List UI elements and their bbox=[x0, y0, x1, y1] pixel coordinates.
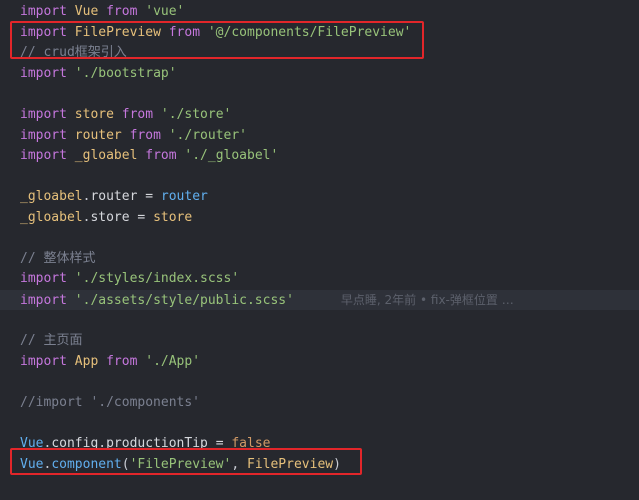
string-literal: './bootstrap' bbox=[74, 66, 177, 81]
keyword: import bbox=[20, 148, 67, 163]
identifier: _gloabel bbox=[20, 210, 83, 225]
code-editor[interactable]: import Vue from 'vue' import FilePreview… bbox=[0, 0, 639, 500]
keyword: from bbox=[106, 354, 138, 369]
code-line[interactable]: import router from './router' bbox=[0, 126, 639, 146]
string-literal: './store' bbox=[160, 107, 232, 122]
string-literal: './_gloabel' bbox=[184, 148, 279, 163]
identifier: router bbox=[74, 128, 122, 143]
code-line[interactable]: import store from './store' bbox=[0, 105, 639, 125]
keyword: import bbox=[20, 4, 67, 19]
keyword: import bbox=[20, 354, 67, 369]
keyword: import bbox=[20, 271, 67, 286]
code-line[interactable]: import './styles/index.scss' bbox=[0, 269, 639, 289]
keyword: from bbox=[129, 128, 161, 143]
identifier: Vue bbox=[74, 4, 99, 19]
comment: //import './components' bbox=[20, 395, 201, 410]
property: store bbox=[90, 210, 130, 225]
code-line[interactable]: import _gloabel from './_gloabel' bbox=[0, 146, 639, 166]
keyword: from bbox=[106, 4, 138, 19]
current-code-line[interactable]: import './assets/style/public.scss' 早点睡,… bbox=[0, 290, 639, 310]
string-literal: './styles/index.scss' bbox=[74, 271, 240, 286]
identifier: _gloabel bbox=[20, 189, 83, 204]
highlight-box-import bbox=[10, 21, 424, 59]
identifier: _gloabel bbox=[74, 148, 138, 163]
keyword: import bbox=[20, 128, 67, 143]
identifier: store bbox=[153, 210, 193, 225]
comment: // 整体样式 bbox=[20, 251, 96, 266]
string-literal: './App' bbox=[145, 354, 201, 369]
keyword: import bbox=[20, 107, 67, 122]
keyword: import bbox=[20, 293, 67, 308]
identifier: store bbox=[74, 107, 114, 122]
comment: // 主页面 bbox=[20, 333, 83, 348]
code-line[interactable]: import Vue from 'vue' bbox=[0, 2, 639, 22]
operator: = bbox=[145, 189, 154, 204]
keyword: from bbox=[121, 107, 154, 122]
highlight-box-register bbox=[10, 448, 362, 475]
property: router bbox=[90, 189, 138, 204]
operator: = bbox=[137, 210, 146, 225]
identifier: router bbox=[160, 189, 208, 204]
code-line[interactable]: import App from './App' bbox=[0, 352, 639, 372]
git-blame-annotation: 早点睡, 2年前 • fix-弹框位置 … bbox=[340, 293, 514, 307]
string-literal: './router' bbox=[168, 128, 248, 143]
string-literal: 'vue' bbox=[145, 4, 185, 19]
code-line[interactable]: import './bootstrap' bbox=[0, 64, 639, 84]
code-line[interactable]: // 主页面 bbox=[0, 331, 639, 351]
identifier: App bbox=[74, 354, 99, 369]
string-literal: './assets/style/public.scss' bbox=[74, 293, 294, 308]
code-line[interactable]: //import './components' bbox=[0, 393, 639, 413]
code-line[interactable]: _gloabel.store = store bbox=[0, 208, 639, 228]
code-line[interactable]: // 整体样式 bbox=[0, 249, 639, 269]
keyword: from bbox=[145, 148, 177, 163]
code-line[interactable]: _gloabel.router = router bbox=[0, 187, 639, 207]
keyword: import bbox=[20, 66, 67, 81]
